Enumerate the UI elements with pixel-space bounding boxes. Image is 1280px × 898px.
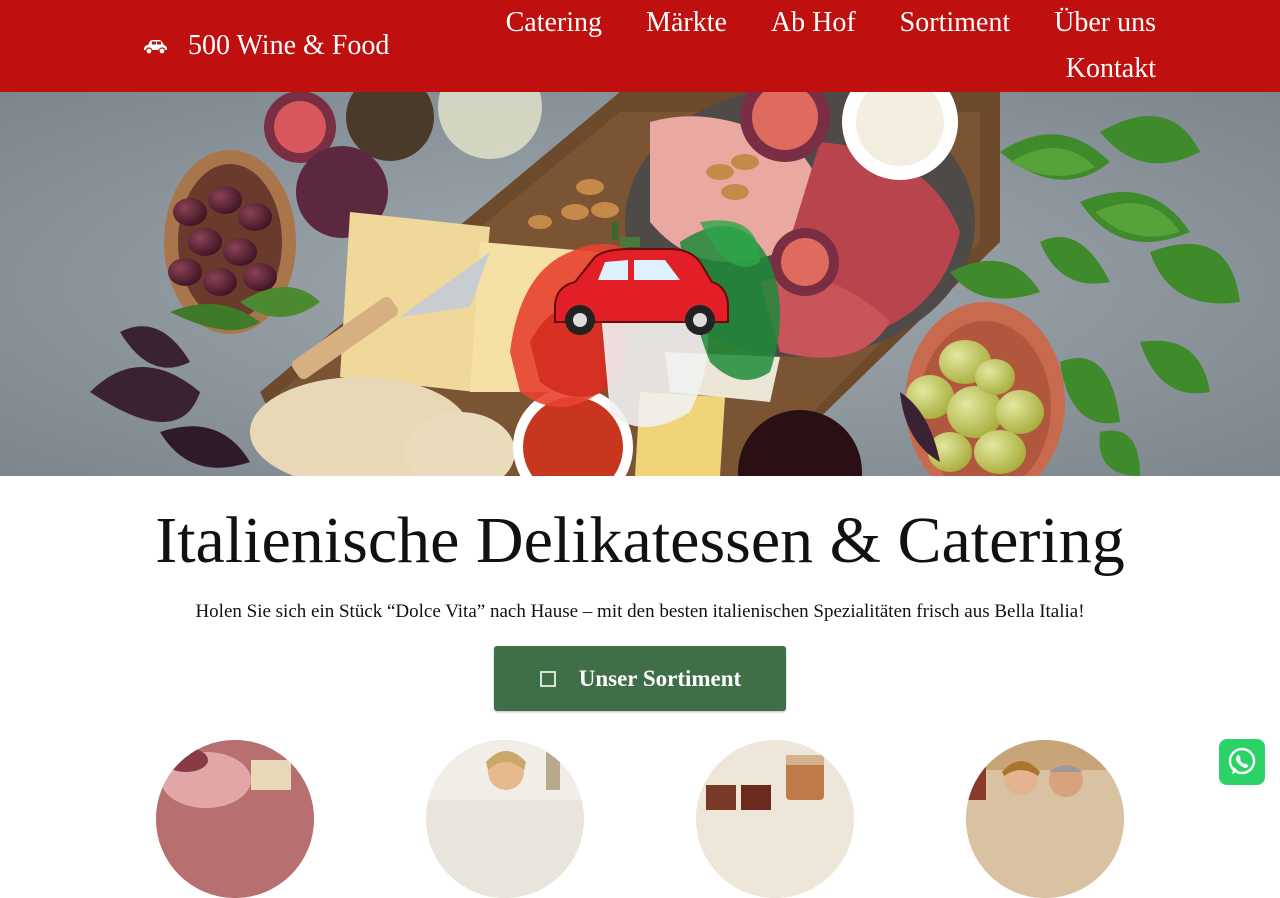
sortiment-button-label: Unser Sortiment — [578, 665, 742, 691]
couple-outdoors-photo[interactable] — [966, 740, 1124, 898]
car-icon — [144, 40, 167, 55]
jars-preserves-photo[interactable] — [696, 740, 854, 898]
page-title: Italienische Delikatessen & Catering — [155, 504, 1125, 577]
hero-food-image — [0, 92, 1280, 476]
site-header: 500 Wine & Food Catering Märkte Ab Hof S… — [0, 0, 1280, 92]
page-subtitle: Holen Sie sich ein Stück “Dolce Vita” na… — [195, 601, 1085, 622]
hero-banner — [0, 92, 1280, 476]
feature-images-row — [0, 740, 1280, 898]
cured-meats-photo[interactable] — [156, 740, 314, 898]
chef-woman-photo[interactable] — [426, 740, 584, 898]
whatsapp-button[interactable] — [1219, 739, 1265, 785]
nav-maerkte[interactable]: Märkte — [646, 0, 727, 46]
nav-ab-hof[interactable]: Ab Hof — [771, 0, 856, 46]
brand-name: 500 Wine & Food — [188, 30, 390, 61]
nav-catering[interactable]: Catering — [506, 0, 602, 46]
nav-kontakt[interactable]: Kontakt — [1066, 46, 1156, 92]
brand-link[interactable]: 500 Wine & Food — [142, 28, 389, 64]
nav-sortiment[interactable]: Sortiment — [900, 0, 1010, 46]
sortiment-button[interactable]: Unser Sortiment — [494, 646, 786, 711]
main-nav: Catering Märkte Ab Hof Sortiment Über un… — [476, 0, 1156, 92]
whatsapp-icon — [1228, 747, 1256, 775]
shopping-icon — [539, 670, 556, 687]
nav-ueber-uns[interactable]: Über uns — [1054, 0, 1156, 46]
